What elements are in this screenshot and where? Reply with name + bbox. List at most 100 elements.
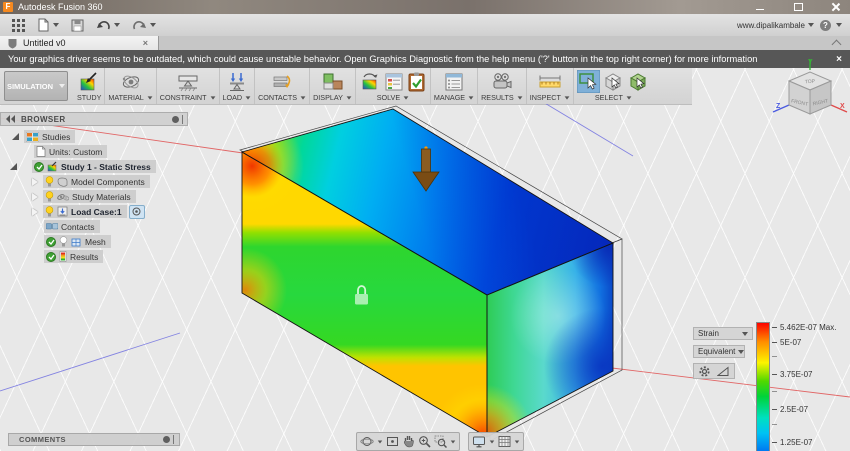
minimize-button[interactable] <box>754 2 766 12</box>
shield-icon <box>8 38 17 48</box>
tree-label: Study 1 - Static Stress <box>61 161 151 172</box>
tree-row-studies[interactable]: Studies <box>12 130 76 143</box>
tree-row-contacts[interactable]: Contacts <box>44 220 100 233</box>
visibility-bulb-icon[interactable] <box>45 206 54 217</box>
account-menu[interactable]: www.dipalikambale <box>737 21 814 30</box>
viewport[interactable]: BROWSER Studies Units: Custom Study 1 - … <box>0 104 850 451</box>
caret-down-icon[interactable] <box>489 440 495 443</box>
tree-row-results[interactable]: Results <box>44 250 104 263</box>
expander-expanded-icon[interactable] <box>10 163 17 170</box>
study-result-icon <box>47 161 57 172</box>
ribbon-group-contacts[interactable]: CONTACTS <box>255 68 311 104</box>
zoom-icon[interactable] <box>418 435 431 448</box>
comments-panel[interactable]: COMMENTS <box>8 433 180 446</box>
results-check-icon <box>46 251 56 262</box>
legend-component-dropdown[interactable]: Equivalent <box>693 345 745 358</box>
legend-tick-label: 1.25E-07 <box>780 438 813 447</box>
redo-button[interactable] <box>132 19 156 32</box>
caret-down-icon[interactable] <box>450 440 456 443</box>
tree-row-units[interactable]: Units: Custom <box>34 145 108 158</box>
document-tab-bar: Untitled v0 × <box>0 36 850 50</box>
grid-layout-icon[interactable] <box>498 435 511 448</box>
select-component-icon[interactable] <box>627 70 650 93</box>
undo-button[interactable] <box>96 19 120 32</box>
browser-header[interactable]: BROWSER <box>0 112 188 126</box>
tab-close-icon[interactable]: × <box>143 36 148 50</box>
caret-down-icon[interactable] <box>514 440 520 443</box>
results-legend: Strain Equivalent 5.462E-07 Max. 5E-07 3… <box>690 319 850 451</box>
tree-row-study1[interactable]: Study 1 - Static Stress <box>10 160 156 173</box>
view-cube[interactable]: Y Z X TOP FRONT RIGHT <box>768 56 850 130</box>
select-window-icon[interactable] <box>576 70 600 93</box>
ribbon-group-material[interactable]: MATERIAL <box>105 68 157 104</box>
workspace-label: SIMULATION <box>6 81 54 91</box>
zoom-window-icon[interactable] <box>434 435 447 448</box>
restore-button[interactable] <box>792 2 804 12</box>
ribbon-group-constraint[interactable]: CONSTRAINT <box>157 68 220 104</box>
ribbon-row: SIMULATION STUDY MATERIAL CONSTRAINT LOA… <box>0 68 850 105</box>
model-components-icon <box>57 177 68 187</box>
orbit-icon[interactable] <box>360 435 374 448</box>
expander-collapsed-icon[interactable] <box>32 192 38 201</box>
ribbon-group-results[interactable]: RESULTS <box>478 68 527 104</box>
file-menu-button[interactable] <box>37 18 59 32</box>
collapse-toolbar-icon[interactable] <box>831 39 842 50</box>
caret-down-icon <box>59 84 66 88</box>
caret-down-icon <box>245 95 251 100</box>
legend-settings-group[interactable] <box>693 363 735 379</box>
caret-down-icon[interactable] <box>377 440 383 443</box>
save-button[interactable] <box>71 19 84 32</box>
inspect-label: INSPECT <box>529 93 561 102</box>
visibility-bulb-icon[interactable] <box>45 191 54 202</box>
ribbon-group-load[interactable]: LOAD <box>220 68 256 104</box>
tree-label: Load Case:1 <box>71 206 122 217</box>
expander-collapsed-icon[interactable] <box>32 177 38 186</box>
visibility-bulb-icon[interactable] <box>45 176 54 187</box>
display-label: DISPLAY <box>313 93 343 102</box>
tree-row-study-materials[interactable]: Study Materials <box>32 190 136 203</box>
load-label: LOAD <box>222 93 243 102</box>
expander-expanded-icon[interactable] <box>12 133 19 140</box>
ribbon-group-inspect[interactable]: INSPECT <box>527 68 574 104</box>
caret-down-icon <box>114 23 120 27</box>
panel-options-icon[interactable] <box>172 115 179 123</box>
select-body-icon[interactable] <box>602 70 625 93</box>
document-tab[interactable]: Untitled v0 × <box>0 36 159 50</box>
panel-divider <box>173 435 174 444</box>
ribbon-group-select[interactable]: SELECT <box>574 68 653 104</box>
solve-check-icon <box>408 72 425 91</box>
deformation-scale-icon[interactable] <box>717 365 729 377</box>
visibility-bulb-icon[interactable] <box>59 236 68 247</box>
display-settings-icon[interactable] <box>472 435 486 448</box>
tree-row-model-components[interactable]: Model Components <box>32 175 150 188</box>
ribbon-group-study[interactable]: STUDY <box>74 68 106 104</box>
active-load-case-target[interactable] <box>128 204 145 219</box>
tree-row-load-case[interactable]: Load Case:1 <box>32 204 145 219</box>
legend-tick-label: 5E-07 <box>780 338 802 347</box>
panel-options-icon[interactable] <box>163 436 170 443</box>
legend-colorbar[interactable] <box>756 322 770 451</box>
tree-label: Study Materials <box>72 191 131 202</box>
workspace-selector[interactable]: SIMULATION <box>4 71 68 101</box>
ribbon-group-display[interactable]: DISPLAY <box>310 68 356 104</box>
pan-icon[interactable] <box>402 435 415 448</box>
contacts-icon <box>273 74 291 88</box>
load-icon <box>229 72 244 91</box>
ribbon-group-solve[interactable]: SOLVE <box>356 68 431 104</box>
caret-down-icon <box>808 23 814 27</box>
study-icon <box>80 71 97 90</box>
material-icon <box>122 75 139 88</box>
results-icon <box>493 72 512 88</box>
select-label: SELECT <box>594 93 623 102</box>
expander-collapsed-icon[interactable] <box>32 207 38 216</box>
legend-quantity-dropdown[interactable]: Strain <box>693 327 753 340</box>
app-grid-icon[interactable] <box>12 18 25 32</box>
caret-down-icon <box>210 95 215 100</box>
look-at-icon[interactable] <box>386 435 399 448</box>
collapse-panel-icon[interactable] <box>6 115 15 123</box>
gear-icon[interactable] <box>699 365 710 377</box>
help-menu[interactable]: ? <box>820 19 842 31</box>
tree-row-mesh[interactable]: Mesh <box>44 235 111 248</box>
ribbon-group-manage[interactable]: MANAGE <box>431 68 479 104</box>
close-button[interactable] <box>830 2 842 12</box>
